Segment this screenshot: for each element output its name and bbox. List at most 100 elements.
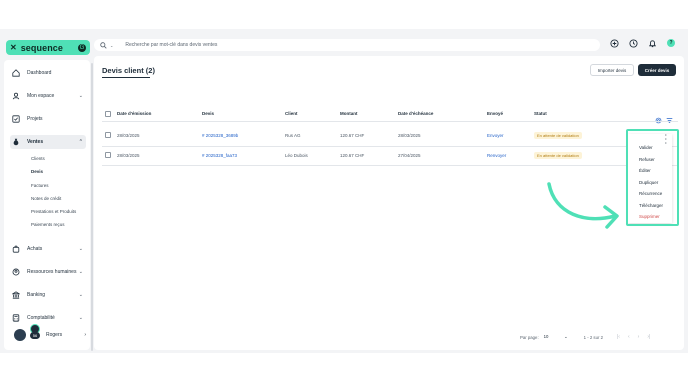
logo[interactable]: ✕ sequence G <box>6 40 90 55</box>
prev-page-button[interactable]: ‹ <box>628 334 630 340</box>
sidebar-item-label: Ressources humaines <box>27 269 77 275</box>
chevron-down-icon: ⌄ <box>78 315 83 321</box>
home-icon <box>12 69 20 77</box>
cell-montant: 120.67 CHF <box>340 133 365 138</box>
status-badge: En attente de validation <box>534 152 582 159</box>
send-link[interactable]: Envoyer <box>487 133 504 138</box>
table-row[interactable]: 28/03/2025 # 2025328_faa73 Léo Dubois 12… <box>102 147 676 165</box>
select-all-checkbox[interactable] <box>105 111 111 117</box>
chevron-up-icon: ⌃ <box>78 139 83 145</box>
sidebar-subitem-clients[interactable]: Clients <box>31 156 45 161</box>
search-bar[interactable]: ⌄ Recherche par mot-clé dans devis vente… <box>94 39 600 51</box>
table-header: Date d'émission Devis Client Montant Dat… <box>102 109 676 119</box>
sidebar-item-comptabilite[interactable]: Comptabilité ⌄ <box>10 311 86 325</box>
cell-client: Rus AG <box>285 133 301 138</box>
avatar: 56 <box>14 324 40 341</box>
notification-count-badge: 56 <box>30 332 40 339</box>
header-divider <box>102 121 678 122</box>
page-range: 1 - 2 sur 2 <box>583 334 603 340</box>
chevron-down-icon: ⌄ <box>564 334 568 339</box>
annotation-arrow-icon <box>547 182 619 229</box>
calculator-icon <box>12 314 20 322</box>
header-statut[interactable]: Statut <box>534 111 547 116</box>
add-circle-icon[interactable] <box>609 38 619 48</box>
pagination-bar: Par page: 10 ⌄ 1 - 2 sur 2 |‹ ‹ › ›| <box>520 334 650 340</box>
resend-link[interactable]: Renvoyer <box>487 153 506 158</box>
per-page-select[interactable]: 10 ⌄ <box>544 334 568 340</box>
row-checkbox[interactable] <box>105 132 111 138</box>
sidebar-item-projets[interactable]: Projets <box>10 112 86 126</box>
logo-text: sequence <box>20 42 64 53</box>
header-client[interactable]: Client <box>285 111 298 116</box>
user-profile[interactable]: 56 Rogers › <box>14 324 88 342</box>
sidebar-item-label: Mon espace <box>27 93 55 99</box>
pager: |‹ ‹ › ›| <box>617 334 650 340</box>
clock-icon[interactable] <box>628 38 638 48</box>
sidebar-item-banking[interactable]: Banking ⌄ <box>10 288 86 302</box>
first-page-button[interactable]: |‹ <box>617 334 620 340</box>
sidebar-item-label: Ventes <box>27 139 44 145</box>
people-icon <box>12 268 20 276</box>
per-page-label: Par page: <box>520 334 539 340</box>
sidebar-subitem-factures[interactable]: Factures <box>31 183 49 188</box>
import-devis-button[interactable]: Importer devis <box>590 64 634 76</box>
top-icons: ? <box>609 38 676 48</box>
sidebar-panel: Dashboard Mon espace ⌄ Projets Ventes ⌃ … <box>4 60 90 350</box>
sidebar-item-ressources-humaines[interactable]: Ressources humaines ⌄ <box>10 265 86 279</box>
chevron-down-icon: ⌄ <box>78 292 83 298</box>
search-input[interactable]: Recherche par mot-clé dans devis ventes <box>125 42 217 48</box>
highlight-box <box>626 129 679 226</box>
logo-icon: ✕ <box>10 43 17 52</box>
row-divider <box>102 165 678 166</box>
chevron-down-icon: ⌄ <box>78 93 83 99</box>
next-page-button[interactable]: › <box>638 334 640 340</box>
sidebar-item-label: Comptabilité <box>27 315 55 321</box>
cell-date-emission: 28/03/2025 <box>117 133 140 138</box>
company-badge[interactable]: G <box>78 43 86 52</box>
sidebar-item-label: Banking <box>27 292 46 298</box>
sidebar-subitem-prestations[interactable]: Prestations et Produits <box>31 209 76 214</box>
bell-icon[interactable] <box>647 38 657 48</box>
sidebar: ✕ sequence G Dashboard Mon espace ⌄ Proj… <box>4 33 93 351</box>
cell-date-echeance: 28/03/2025 <box>398 133 421 138</box>
sidebar-item-ventes[interactable]: Ventes ⌃ <box>10 135 86 149</box>
table-row[interactable]: 28/03/2025 # 2025328_3689b Rus AG 120.67… <box>102 128 676 146</box>
row-checkbox[interactable] <box>105 152 111 158</box>
sidebar-subitem-notes-de-credit[interactable]: Notes de crédit <box>31 196 61 201</box>
header-devis[interactable]: Devis <box>202 111 214 116</box>
bank-icon <box>12 291 20 299</box>
create-devis-button[interactable]: Créer devis <box>638 64 676 76</box>
sidebar-item-dashboard[interactable]: Dashboard <box>10 66 86 80</box>
money-bag-icon <box>12 138 20 146</box>
last-page-button[interactable]: ›| <box>647 334 650 340</box>
sidebar-subitem-paiements[interactable]: Paiements reçus <box>31 222 65 227</box>
page-title: Devis client (2) <box>102 66 155 75</box>
header-montant[interactable]: Montant <box>340 111 358 116</box>
sidebar-item-mon-espace[interactable]: Mon espace ⌄ <box>10 89 86 103</box>
user-name: Rogers <box>46 332 63 338</box>
chevron-right-icon: › <box>84 332 86 338</box>
header-date-emission[interactable]: Date d'émission <box>117 111 151 116</box>
help-icon[interactable]: ? <box>666 38 676 48</box>
cell-date-emission: 28/03/2025 <box>117 153 140 158</box>
cell-devis-link[interactable]: # 2025328_3689b <box>202 133 238 138</box>
sidebar-item-achats[interactable]: Achats ⌄ <box>10 242 86 256</box>
sidebar-item-label: Dashboard <box>27 70 52 76</box>
search-icon <box>100 41 107 49</box>
user-icon <box>12 92 20 100</box>
sidebar-item-label: Projets <box>27 116 43 122</box>
header-date-echeance[interactable]: Date d'échéance <box>398 111 433 116</box>
chevron-down-icon: ⌄ <box>78 269 83 275</box>
cell-date-echeance: 27/04/2025 <box>398 153 421 158</box>
sidebar-subitem-devis[interactable]: Devis <box>31 169 43 174</box>
sidebar-scrollbar[interactable] <box>91 63 93 351</box>
app-window: ✕ sequence G Dashboard Mon espace ⌄ Proj… <box>0 29 688 353</box>
check-square-icon <box>12 115 20 123</box>
status-badge: En attente de validation <box>534 132 582 139</box>
cell-montant: 120.67 CHF <box>340 153 365 158</box>
cell-devis-link[interactable]: # 2025328_faa73 <box>202 153 237 158</box>
chevron-down-icon[interactable]: ⌄ <box>110 43 113 48</box>
cell-client: Léo Dubois <box>285 153 308 158</box>
header-envoye[interactable]: Envoyé <box>487 111 503 116</box>
shopping-bag-icon <box>12 245 20 253</box>
